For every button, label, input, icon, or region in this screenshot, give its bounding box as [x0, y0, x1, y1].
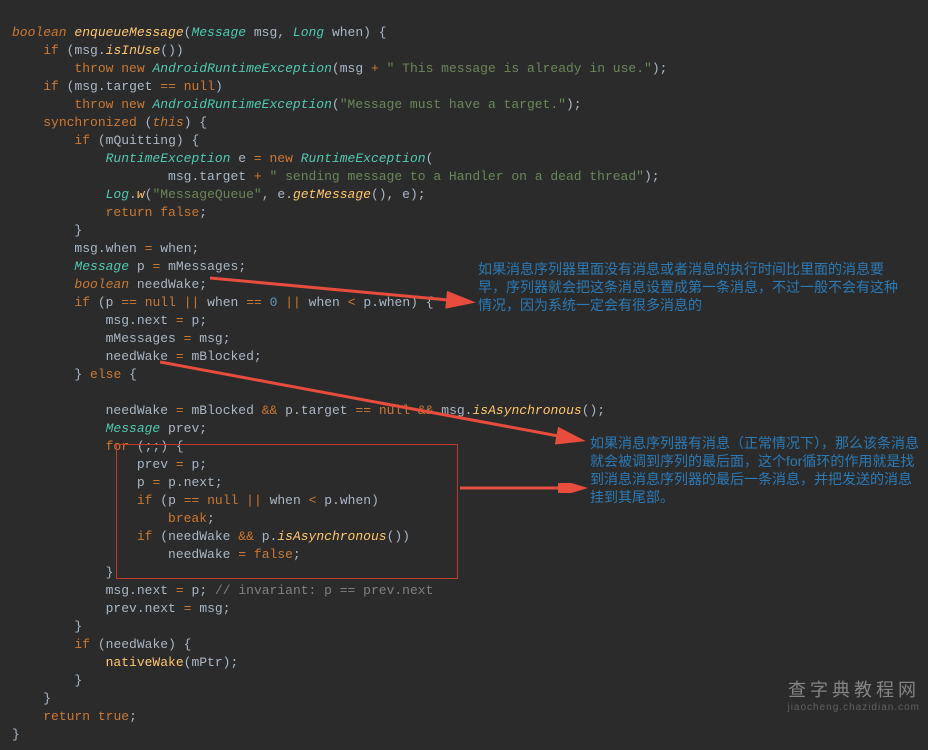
watermark-url: jiaocheng.chazidian.com: [787, 699, 920, 717]
watermark-title: 查字典教程网: [787, 681, 920, 699]
watermark: 查字典教程网 jiaocheng.chazidian.com: [787, 681, 920, 717]
code-block: boolean enqueueMessage(Message msg, Long…: [0, 0, 928, 750]
